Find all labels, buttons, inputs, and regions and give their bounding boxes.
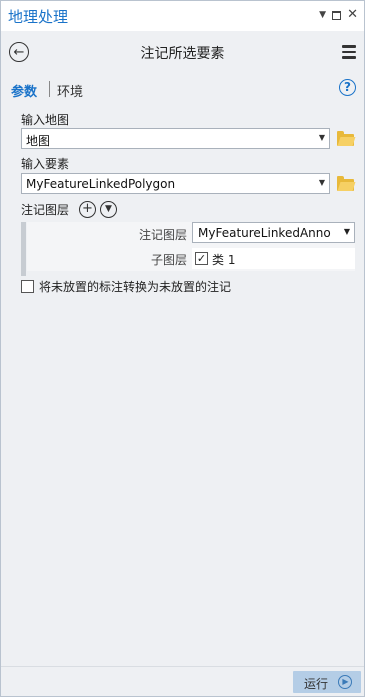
tab-divider	[49, 81, 50, 97]
chevron-down-circle-icon[interactable]: ▼	[100, 201, 117, 218]
convert-unplaced-label: 将未放置的标注转换为未放置的注记	[39, 280, 232, 294]
pane-title: 地理处理	[8, 8, 69, 26]
run-button-label: 运行	[304, 677, 329, 691]
tool-title: 注记所选要素	[140, 46, 225, 62]
input-features-value: MyFeatureLinkedPolygon	[26, 177, 176, 191]
tool-header: ← 注记所选要素	[1, 31, 364, 73]
input-features-label: 输入要素	[21, 157, 70, 171]
annotation-layer-value: MyFeatureLinkedAnno	[198, 226, 331, 240]
plus-circle-icon[interactable]: +	[79, 201, 96, 218]
chevron-down-icon: ▼	[343, 227, 350, 236]
tab-parameters[interactable]: 参数	[11, 81, 37, 100]
pane-options-dropdown-icon[interactable]: ▼	[319, 8, 326, 22]
chevron-down-icon: ▼	[318, 133, 325, 142]
sublayer-column-label: 子图层	[151, 253, 188, 267]
help-icon[interactable]: ?	[339, 79, 356, 96]
tab-environments[interactable]: 环境	[57, 81, 83, 100]
value-table-indicator	[21, 222, 26, 276]
sublayer-item-label: 类 1	[212, 253, 236, 267]
chevron-down-icon: ▼	[318, 178, 325, 187]
play-icon: ▶	[338, 675, 352, 689]
parameters-panel: 输入地图 地图 ▼ 输入要素 MyFeatureLinkedPolygon ▼ …	[1, 103, 364, 666]
input-map-select[interactable]: 地图 ▼	[21, 128, 330, 149]
maximize-icon[interactable]	[332, 10, 342, 20]
run-button[interactable]: 运行 ▶	[293, 671, 361, 693]
tab-bar: 参数 环境 ?	[1, 73, 364, 103]
geoprocessing-pane: 地理处理 ▼ ✕ ← 注记所选要素 参数 环境 ? 输入地图 地图 ▼ 输入要素…	[0, 0, 365, 697]
hamburger-menu-icon[interactable]	[342, 45, 356, 62]
input-features-select[interactable]: MyFeatureLinkedPolygon ▼	[21, 173, 330, 194]
sublayer-list: ✓ 类 1	[192, 248, 355, 269]
pane-titlebar: 地理处理 ▼ ✕	[1, 1, 364, 31]
folder-icon[interactable]	[337, 176, 354, 191]
annotation-layers-label: 注记图层	[21, 203, 70, 217]
input-map-value: 地图	[26, 134, 51, 148]
annotation-layer-select[interactable]: MyFeatureLinkedAnno ▼	[192, 222, 355, 243]
close-icon[interactable]: ✕	[347, 8, 358, 22]
annotation-layer-column-label: 注记图层	[139, 228, 188, 242]
convert-unplaced-checkbox[interactable]	[21, 280, 34, 293]
input-map-label: 输入地图	[21, 113, 70, 127]
folder-icon[interactable]	[337, 131, 354, 146]
pane-footer: 运行 ▶	[1, 666, 364, 696]
sublayer-checkbox[interactable]: ✓	[195, 252, 208, 265]
window-controls: ▼ ✕	[319, 8, 358, 22]
